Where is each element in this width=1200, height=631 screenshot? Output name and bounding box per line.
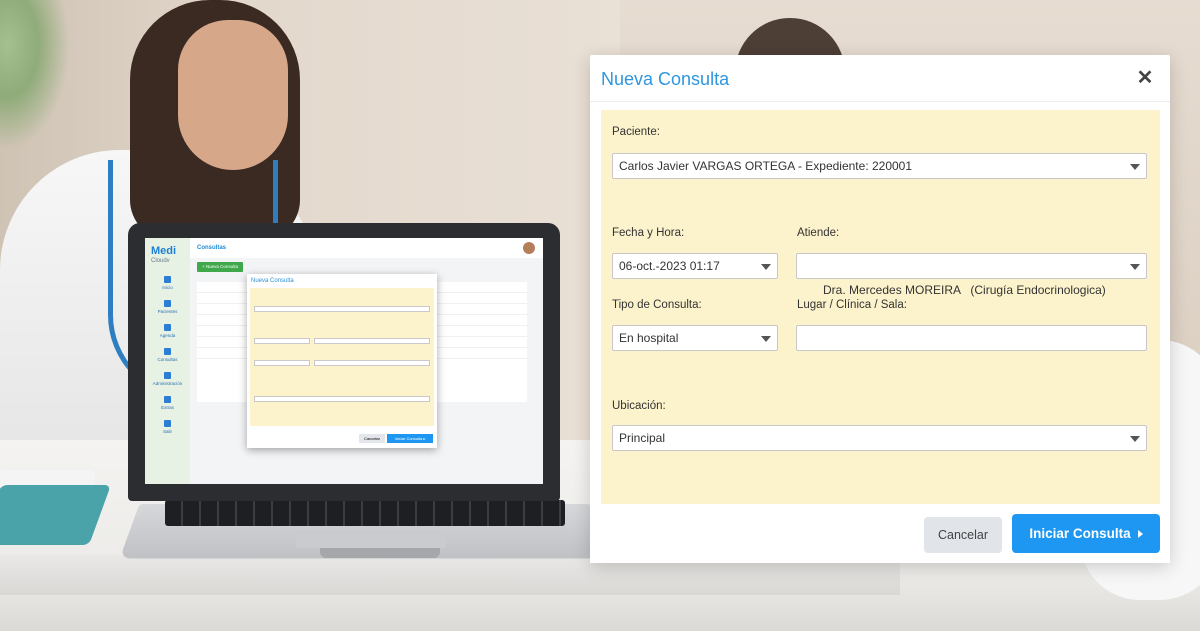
laptop-notch: [320, 548, 440, 558]
mini-nav-agenda: Agenda: [145, 324, 190, 348]
location-label: Ubicación:: [612, 400, 666, 412]
chevron-down-icon: [1130, 264, 1140, 270]
dialog-form: Paciente: Carlos Javier VARGAS ORTEGA - …: [601, 110, 1160, 559]
laptop-keyboard: [165, 500, 565, 526]
mini-cancel-button: Cancelar: [359, 434, 385, 443]
place-input[interactable]: [796, 325, 1147, 351]
consult-type-select[interactable]: En hospital: [612, 325, 778, 351]
chevron-down-icon: [1130, 164, 1140, 170]
new-consult-dialog: Nueva Consulta ✕ Paciente: Carlos Javier…: [590, 55, 1170, 563]
mini-avatar: [523, 242, 535, 254]
mini-modal: Nueva Consulta Cancelar Iniciar Consulta…: [247, 274, 437, 448]
mini-nav-extras: Extras: [145, 396, 190, 420]
attends-select[interactable]: Dra. Mercedes MOREIRA (Cirugía Endocrino…: [796, 253, 1147, 297]
cancel-button[interactable]: Cancelar: [924, 517, 1002, 553]
mini-nav-pacientes: Pacientes: [145, 300, 190, 324]
start-consult-label: Iniciar Consulta: [1029, 526, 1131, 541]
dialog-footer: Cancelar Iniciar Consulta: [590, 504, 1170, 563]
chevron-down-icon: [761, 336, 771, 342]
mini-modal-title: Nueva Consulta: [251, 278, 294, 284]
start-consult-button[interactable]: Iniciar Consulta: [1012, 514, 1160, 553]
laptop-screen: Medi Cloudv Inicio Pacientes Agenda Cons…: [145, 238, 543, 484]
dialog-header: Nueva Consulta ✕: [590, 55, 1170, 102]
mini-field-patient: [254, 306, 430, 312]
mini-modal-form: [250, 288, 434, 426]
close-icon[interactable]: ✕: [1134, 67, 1156, 89]
mini-nav-inicio: Inicio: [145, 276, 190, 300]
mini-field-attends: [314, 338, 430, 344]
laptop-trackpad: [296, 530, 446, 548]
consult-type-label: Tipo de Consulta:: [612, 299, 702, 311]
datetime-label: Fecha y Hora:: [612, 227, 685, 239]
mini-page-title: Consultas: [197, 245, 227, 251]
location-select[interactable]: Principal: [612, 425, 1147, 451]
patient-value: Carlos Javier VARGAS ORTEGA - Expediente…: [619, 159, 913, 173]
datetime-select[interactable]: 06-oct.-2023 01:17: [612, 253, 778, 279]
attends-label: Atiende:: [797, 227, 840, 239]
chevron-down-icon: [1130, 436, 1140, 442]
mini-nav-consultas: Consultas: [145, 348, 190, 372]
mini-field-date: [254, 338, 310, 344]
attends-value: Dra. Mercedes MOREIRA (Cirugía Endocrino…: [823, 283, 1106, 297]
chevron-down-icon: [761, 264, 771, 270]
mini-nav-salir: Salir: [145, 420, 190, 444]
mini-field-place: [314, 360, 430, 366]
patient-label: Paciente:: [612, 126, 660, 138]
background-plant: [0, 0, 70, 150]
patient-select[interactable]: Carlos Javier VARGAS ORTEGA - Expediente…: [612, 153, 1147, 179]
mini-new-consult-button: + Nueva Consulta: [197, 262, 243, 272]
mini-nav-administracion: Administración: [145, 372, 190, 396]
mini-logo: Medi Cloudv: [151, 245, 177, 265]
location-value: Principal: [619, 431, 666, 445]
caret-right-icon: [1137, 530, 1143, 539]
mini-start-button: Iniciar Consulta ▸: [387, 434, 433, 443]
mini-sidebar: Medi Cloudv Inicio Pacientes Agenda Cons…: [145, 238, 190, 484]
mini-field-type: [254, 360, 310, 366]
place-label: Lugar / Clínica / Sala:: [797, 299, 907, 311]
dialog-title: Nueva Consulta: [601, 69, 730, 89]
mini-nav: Inicio Pacientes Agenda Consultas Admini…: [145, 276, 190, 444]
datetime-value: 06-oct.-2023 01:17: [619, 259, 720, 273]
mini-header: [190, 238, 543, 258]
consult-type-value: En hospital: [619, 331, 679, 345]
doctor-face: [178, 20, 288, 170]
mini-field-location: [254, 396, 430, 402]
